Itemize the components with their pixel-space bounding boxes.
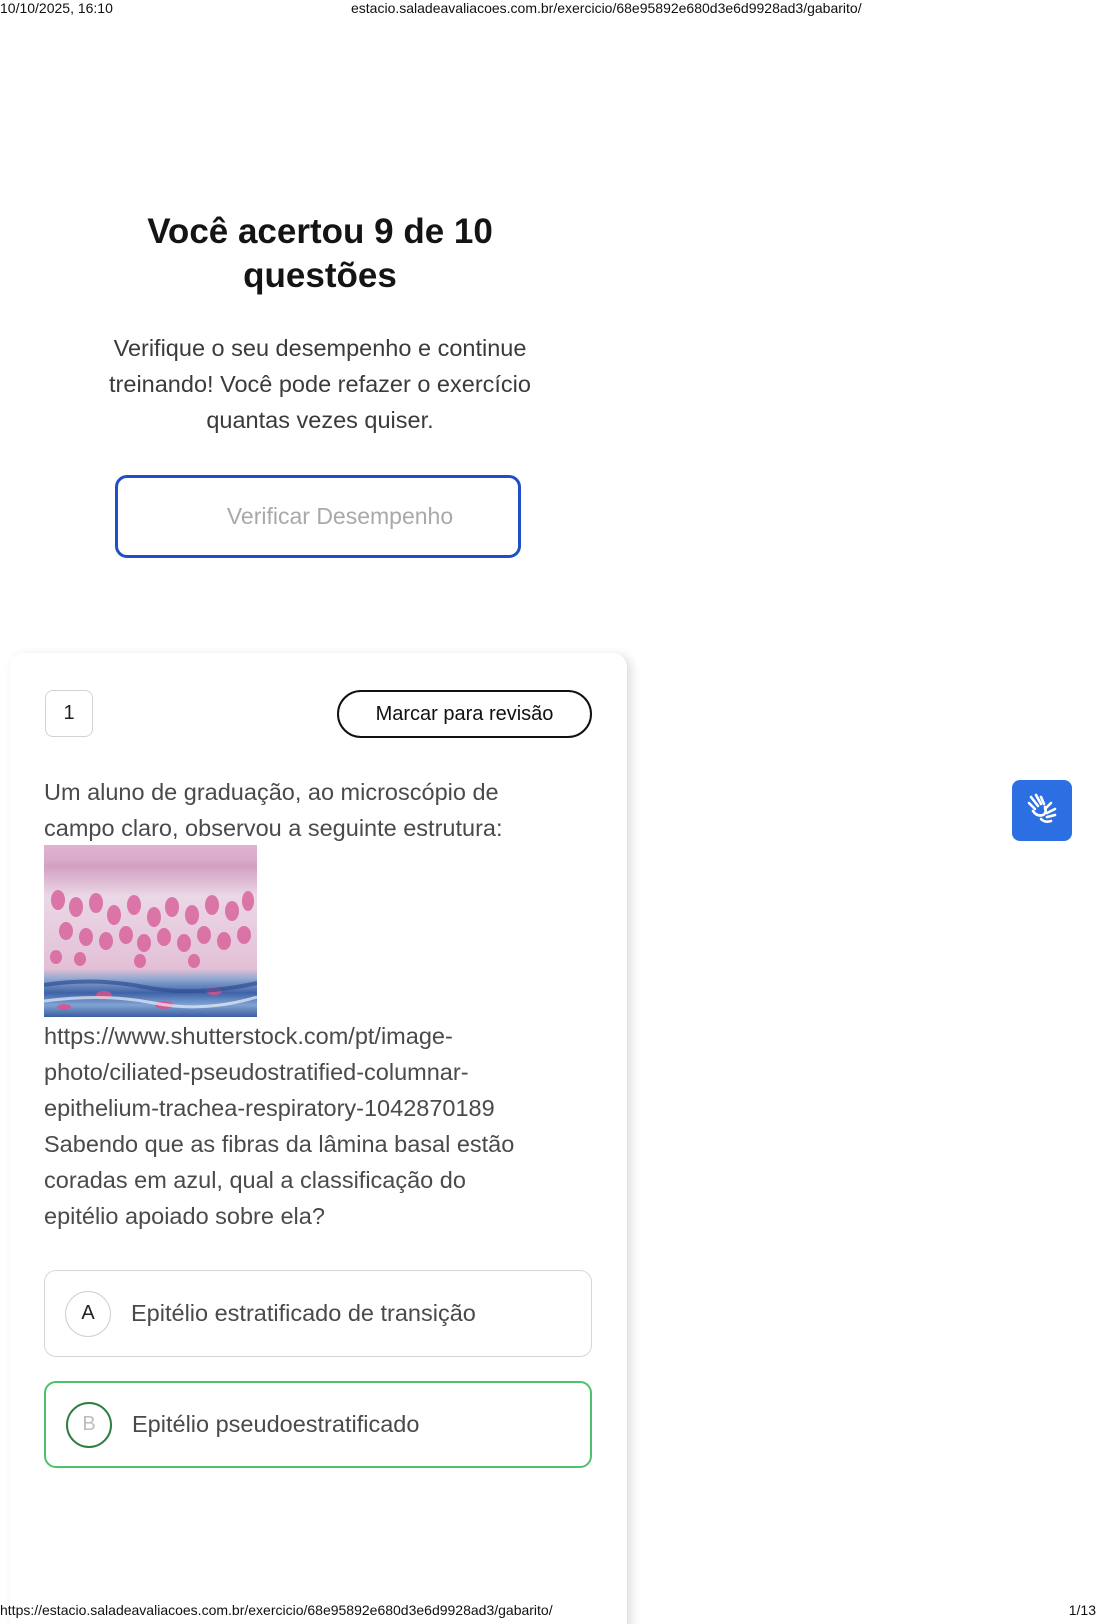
question-number: 1	[45, 690, 93, 737]
image-source-url: https://www.shutterstock.com/pt/image-	[44, 1023, 453, 1049]
question-intro-line: campo claro, observou a seguinte estrutu…	[44, 815, 503, 841]
question-intro-line: Um aluno de graduação, ao microscópio de	[44, 779, 499, 805]
image-source-url: photo/ciliated-pseudostratified-columnar…	[44, 1059, 469, 1085]
answer-option-a[interactable]: A Epitélio estratificado de transição	[44, 1270, 592, 1357]
option-letter: B	[66, 1401, 112, 1448]
print-footer-url: https://estacio.saladeavaliacoes.com.br/…	[0, 1602, 553, 1618]
result-title-line: Você acertou 9 de 10	[147, 212, 493, 251]
option-letter: A	[65, 1290, 111, 1337]
sign-language-hands-icon	[1023, 789, 1061, 832]
question-statement: Sabendo que as fibras da lâmina basal es…	[44, 1131, 515, 1157]
result-subtitle-line: quantas vezes quiser.	[206, 407, 434, 433]
option-text: Epitélio estratificado de transição	[131, 1300, 476, 1326]
print-datetime: 10/10/2025, 16:10	[0, 0, 113, 16]
mark-for-review-button[interactable]: Marcar para revisão	[337, 690, 592, 738]
question-body: https://www.shutterstock.com/pt/image- p…	[44, 1018, 564, 1234]
question-statement: coradas em azul, qual a classificação do	[44, 1167, 466, 1193]
print-header-url: estacio.saladeavaliacoes.com.br/exercici…	[351, 0, 862, 16]
result-subtitle-line: Verifique o seu desempenho e continue	[113, 335, 527, 361]
option-text: Epitélio pseudoestratificado	[132, 1411, 420, 1437]
verify-performance-button[interactable]: Verificar Desempenho	[115, 475, 521, 558]
microscopy-image	[44, 845, 257, 1017]
image-source-url: epithelium-trachea-respiratory-104287018…	[44, 1095, 495, 1121]
question-statement: epitélio apoiado sobre ela?	[44, 1203, 325, 1229]
result-subtitle: Verifique o seu desempenho e continue tr…	[78, 330, 562, 438]
answer-option-b-correct[interactable]: B Epitélio pseudoestratificado	[44, 1381, 592, 1468]
print-page-counter: 1/13	[1068, 1602, 1096, 1618]
result-title: Você acertou 9 de 10 questões	[80, 210, 560, 298]
result-title-line: questões	[243, 256, 397, 295]
question-intro: Um aluno de graduação, ao microscópio de…	[44, 774, 564, 846]
result-subtitle-line: treinando! Você pode refazer o exercício	[109, 371, 531, 397]
accessibility-button[interactable]	[1012, 780, 1072, 841]
